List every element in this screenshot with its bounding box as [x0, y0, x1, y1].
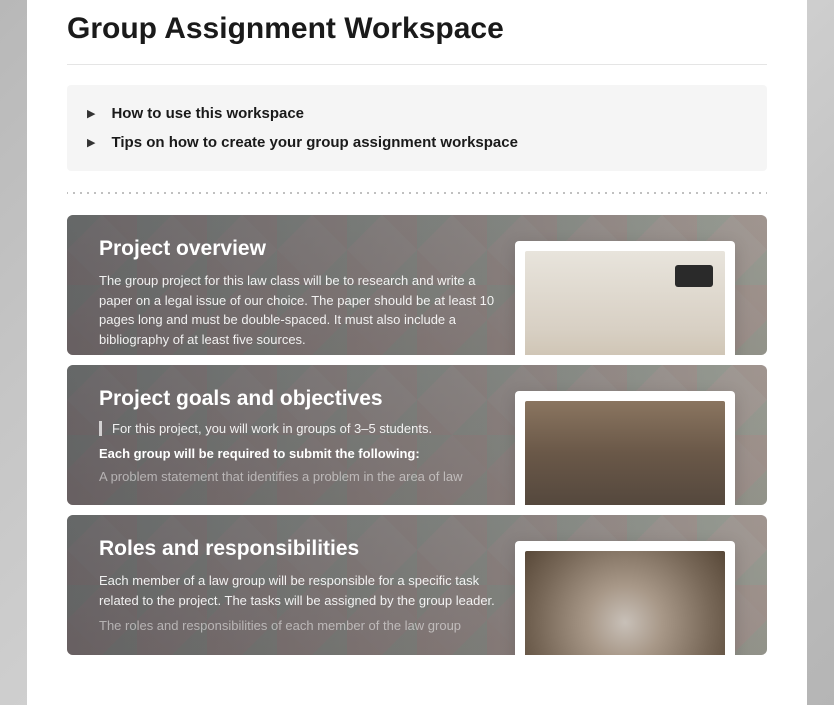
card-title: Roles and responsibilities: [99, 537, 507, 561]
card-roles-responsibilities[interactable]: Roles and responsibilities Each member o…: [67, 515, 767, 655]
card-body-text: Each member of a law group will be respo…: [99, 571, 507, 610]
card-faded-text: The roles and responsibilities of each m…: [99, 618, 507, 633]
dotted-divider: [67, 191, 767, 195]
card-content: Roles and responsibilities Each member o…: [99, 537, 507, 633]
card-content: Project goals and objectives For this pr…: [99, 387, 507, 484]
card-subheading: Each group will be required to submit th…: [99, 446, 507, 461]
card-body-text: The group project for this law class wil…: [99, 271, 507, 349]
thumbnail-image-hands: [525, 551, 725, 655]
thumbnail-image-desk: [525, 251, 725, 355]
accordion-item-tips[interactable]: ▶ Tips on how to create your group assig…: [87, 128, 747, 157]
accordion-box: ▶ How to use this workspace ▶ Tips on ho…: [67, 85, 767, 171]
accordion-item-how-to-use[interactable]: ▶ How to use this workspace: [87, 99, 747, 128]
card-thumbnail: [515, 391, 735, 505]
page-container: Group Assignment Workspace ▶ How to use …: [27, 0, 807, 705]
card-title: Project goals and objectives: [99, 387, 507, 411]
card-quote-text: For this project, you will work in group…: [99, 421, 507, 436]
accordion-label: Tips on how to create your group assignm…: [111, 134, 517, 151]
card-title: Project overview: [99, 237, 507, 261]
card-thumbnail: [515, 541, 735, 655]
card-faded-text: A problem statement that identifies a pr…: [99, 469, 507, 484]
thumbnail-image-meeting: [525, 401, 725, 505]
accordion-label: How to use this workspace: [111, 105, 304, 122]
card-project-overview[interactable]: Project overview The group project for t…: [67, 215, 767, 355]
page-title: Group Assignment Workspace: [67, 0, 767, 65]
disclosure-triangle-icon: ▶: [87, 136, 95, 149]
disclosure-triangle-icon: ▶: [87, 107, 95, 120]
card-thumbnail: [515, 241, 735, 355]
card-project-goals[interactable]: Project goals and objectives For this pr…: [67, 365, 767, 505]
card-content: Project overview The group project for t…: [99, 237, 507, 349]
